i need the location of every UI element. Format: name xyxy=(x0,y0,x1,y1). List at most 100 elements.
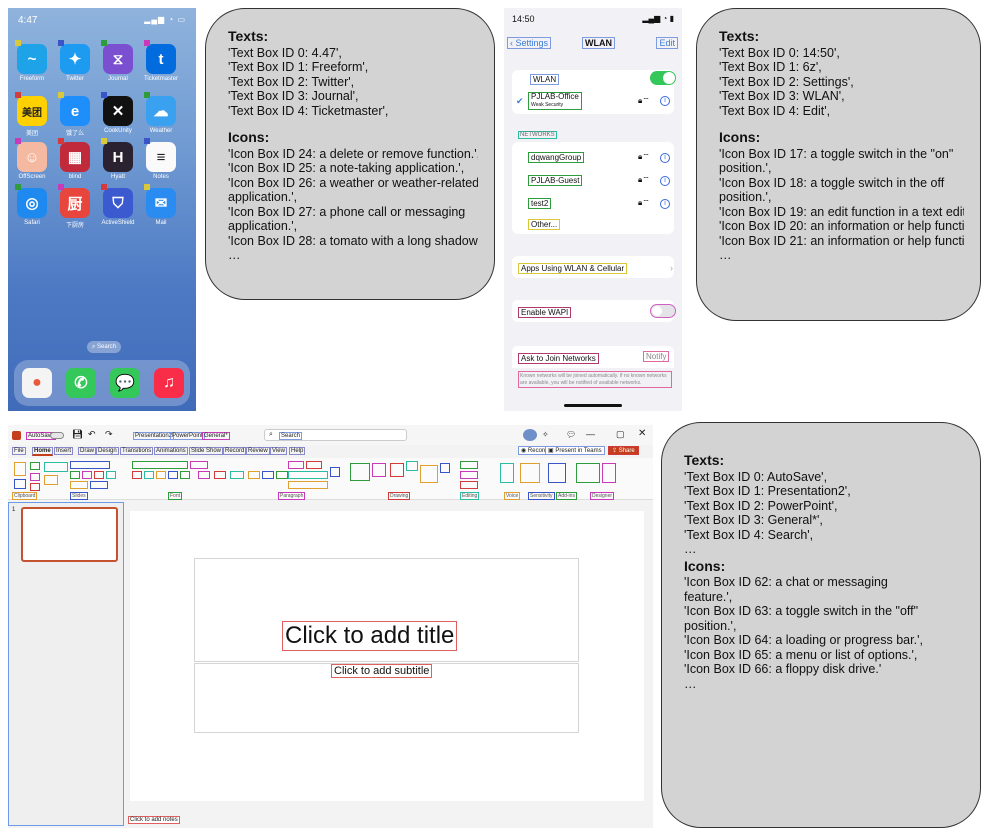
ribbon-button[interactable] xyxy=(330,467,340,477)
ribbon-button[interactable] xyxy=(230,471,244,479)
sensitivity-label[interactable]: General* xyxy=(202,432,230,440)
ribbon-button[interactable] xyxy=(30,473,40,481)
ribbon-button[interactable] xyxy=(14,479,26,489)
phone-icon[interactable]: ✆ xyxy=(66,368,96,398)
app-icon-5[interactable]: 美团 xyxy=(17,96,47,126)
app-icon-14[interactable]: 厨 xyxy=(60,188,90,218)
back-button[interactable]: ‹ Settings xyxy=(507,37,552,49)
tomato-icon[interactable]: ● xyxy=(22,368,52,398)
app-icon-13[interactable]: ◎ xyxy=(17,188,47,218)
info-icon[interactable]: i xyxy=(660,153,670,163)
ribbon-button[interactable] xyxy=(82,471,92,479)
app-icon-3[interactable]: ⧖ xyxy=(103,44,133,74)
app-icon-9[interactable]: ☺ xyxy=(17,142,47,172)
ribbon-button[interactable] xyxy=(372,463,386,477)
wlan-toggle-on[interactable] xyxy=(650,71,676,85)
app-icon-11[interactable]: H xyxy=(103,142,133,172)
app-icon-7[interactable]: ✕ xyxy=(103,96,133,126)
music-icon[interactable]: ♫ xyxy=(154,368,184,398)
floppy-disk-icon[interactable]: 💾︎ xyxy=(72,429,83,440)
ribbon-button[interactable] xyxy=(168,471,178,479)
app-icon-10[interactable]: ▦ xyxy=(60,142,90,172)
ribbon-button[interactable] xyxy=(156,471,166,479)
ribbon-button[interactable] xyxy=(288,481,328,489)
ribbon-button[interactable] xyxy=(132,461,188,469)
ribbon-button[interactable] xyxy=(288,471,328,479)
ribbon-button[interactable] xyxy=(90,481,108,489)
info-icon[interactable]: i xyxy=(660,176,670,186)
ribbon-button[interactable] xyxy=(94,471,104,479)
ribbon-button[interactable] xyxy=(288,461,304,469)
undo-icon[interactable]: ↶ xyxy=(88,429,96,440)
ribbon-button[interactable] xyxy=(500,463,514,483)
app-icon-6[interactable]: e xyxy=(60,96,90,126)
ribbon-tab-home[interactable]: Home xyxy=(32,447,53,456)
network-item[interactable]: Other... xyxy=(528,219,561,230)
network-item[interactable]: test2 xyxy=(528,198,552,209)
ribbon-button[interactable] xyxy=(276,471,288,479)
autosave-toggle-off[interactable] xyxy=(50,432,64,439)
ribbon-tab-slide-show[interactable]: Slide Show xyxy=(189,447,224,455)
subtitle-placeholder[interactable]: Click to add subtitle xyxy=(331,664,433,678)
avatar[interactable] xyxy=(523,429,537,441)
wapi-toggle-off[interactable] xyxy=(650,304,676,318)
app-icon-8[interactable]: ☁ xyxy=(146,96,176,126)
ribbon-button[interactable] xyxy=(70,461,110,469)
ribbon-button[interactable] xyxy=(520,463,540,483)
ribbon-tab-view[interactable]: View xyxy=(270,447,287,455)
ribbon-button[interactable] xyxy=(70,481,88,489)
ribbon-button[interactable] xyxy=(390,463,404,477)
app-icon-1[interactable]: ~ xyxy=(17,44,47,74)
app-icon-4[interactable]: t xyxy=(146,44,176,74)
ribbon-button[interactable] xyxy=(406,461,418,471)
ribbon-button[interactable] xyxy=(262,471,274,479)
network-item[interactable]: PJLAB-Guest xyxy=(528,175,583,186)
ribbon-button[interactable] xyxy=(144,471,154,479)
ribbon-button[interactable] xyxy=(602,463,616,483)
ribbon-button[interactable] xyxy=(460,471,478,479)
app-icon-16[interactable]: ✉ xyxy=(146,188,176,218)
ribbon-button[interactable] xyxy=(30,483,40,491)
ribbon-button[interactable] xyxy=(576,463,600,483)
info-icon[interactable]: i xyxy=(660,199,670,209)
ribbon-button[interactable] xyxy=(44,475,58,485)
ribbon-tab-draw[interactable]: Draw xyxy=(78,447,97,455)
notes-placeholder[interactable]: Click to add notes xyxy=(128,816,180,824)
ribbon-button[interactable] xyxy=(440,463,450,473)
ribbon-button[interactable] xyxy=(14,462,26,476)
ribbon-tab-insert[interactable]: Insert xyxy=(54,447,74,455)
minimize-icon[interactable]: — xyxy=(586,429,595,439)
ribbon-button[interactable] xyxy=(106,471,116,479)
ribbon-tab-review[interactable]: Review xyxy=(246,447,270,455)
ribbon-button[interactable] xyxy=(180,471,190,479)
redo-icon[interactable]: ↷ xyxy=(105,429,113,440)
app-icon-15[interactable]: ⛉ xyxy=(103,188,133,218)
info-icon[interactable]: i xyxy=(660,96,670,106)
close-icon[interactable]: ✕ xyxy=(638,428,646,439)
present-teams-button[interactable]: ▣ Present in Teams xyxy=(545,446,605,455)
lightbulb-icon[interactable]: ✧ xyxy=(542,430,549,439)
ribbon-button[interactable] xyxy=(460,481,478,489)
network-item[interactable]: dqwangGroup xyxy=(528,152,585,163)
ribbon-button[interactable] xyxy=(460,461,478,469)
ribbon-tab-design[interactable]: Design xyxy=(96,447,119,455)
edit-button[interactable]: Edit xyxy=(656,37,678,49)
current-network[interactable]: PJLAB-Office Weak Security xyxy=(528,92,582,110)
ribbon-button[interactable] xyxy=(306,461,322,469)
ribbon-button[interactable] xyxy=(70,471,80,479)
ribbon-button[interactable] xyxy=(248,471,260,479)
ribbon-button[interactable] xyxy=(350,463,370,481)
search-pill[interactable]: ⌕ Search xyxy=(87,341,121,353)
ribbon-button[interactable] xyxy=(548,463,566,483)
ribbon-tab-help[interactable]: Help xyxy=(289,447,306,455)
ribbon-button[interactable] xyxy=(214,471,226,479)
share-button[interactable]: ⇪ Share xyxy=(608,446,639,455)
ask-join-value[interactable]: Notify xyxy=(643,351,670,362)
maximize-icon[interactable]: ▢ xyxy=(616,429,625,440)
ribbon-button[interactable] xyxy=(44,462,68,472)
ribbon-tab-transitions[interactable]: Transitions xyxy=(120,447,154,455)
ribbon-tab-file[interactable]: File xyxy=(12,447,26,455)
slide-thumbnail[interactable] xyxy=(21,507,118,562)
ribbon-tab-animations[interactable]: Animations xyxy=(154,447,188,455)
app-icon-2[interactable]: ✦ xyxy=(60,44,90,74)
